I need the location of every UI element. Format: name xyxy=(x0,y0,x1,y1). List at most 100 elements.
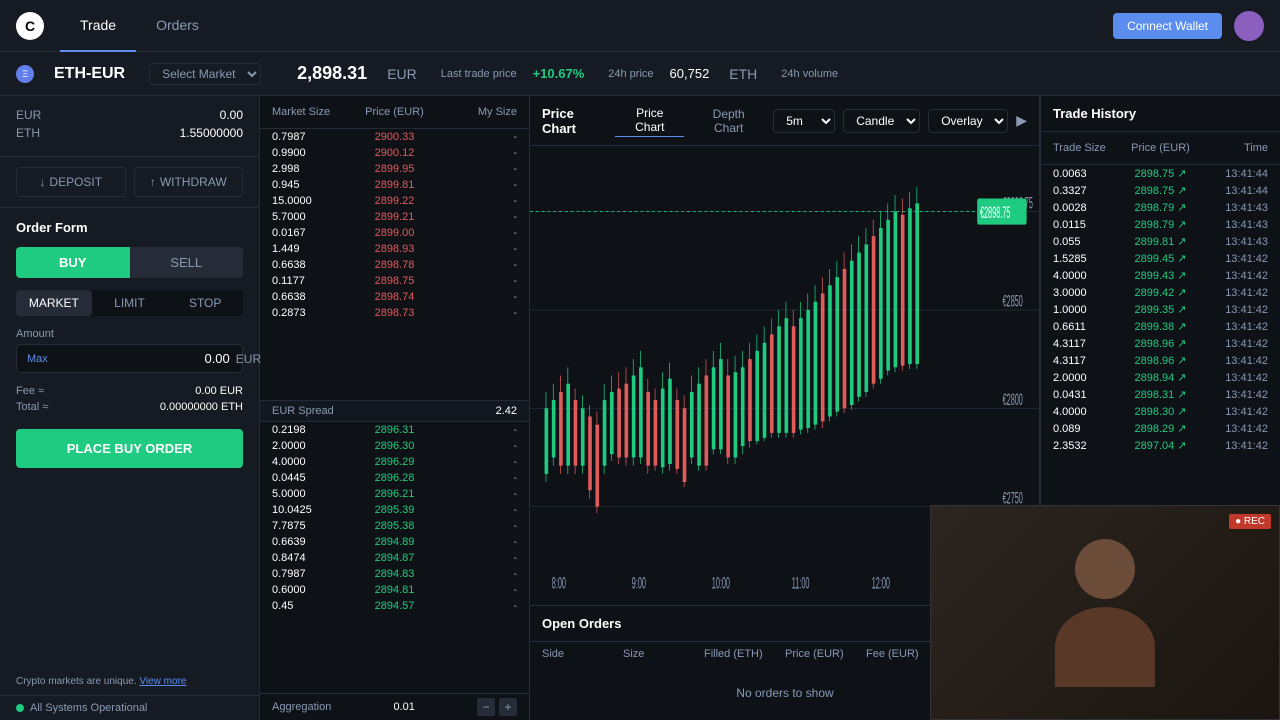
nav-trade[interactable]: Trade xyxy=(60,0,136,52)
ask-mysize: - xyxy=(435,275,517,287)
market-tab[interactable]: MARKET xyxy=(16,290,92,316)
view-more-link[interactable]: View more xyxy=(139,676,186,687)
status-bar: All Systems Operational xyxy=(0,695,259,720)
change-label: 24h price xyxy=(608,68,653,80)
avatar xyxy=(1234,11,1264,41)
order-form-title: Order Form xyxy=(16,220,243,235)
ask-mysize: - xyxy=(435,227,517,239)
th-price: 2899.43 ↗ xyxy=(1125,269,1197,282)
th-price: 2899.35 ↗ xyxy=(1125,303,1197,316)
th-time: 13:41:43 xyxy=(1196,202,1268,214)
th-price: 2898.75 ↗ xyxy=(1125,167,1197,180)
overlay-select[interactable]: Overlay xyxy=(928,109,1008,133)
timeframe-select[interactable]: 5m 1m 15m 1h xyxy=(773,109,835,133)
ob-col-price: Price (EUR) xyxy=(355,106,434,118)
bid-price: 2894.89 xyxy=(354,536,436,548)
deposit-icon: ↓ xyxy=(39,175,45,189)
oo-size-col: Size xyxy=(623,648,704,660)
select-market[interactable]: Select Market xyxy=(149,63,261,85)
stop-tab[interactable]: STOP xyxy=(167,290,243,316)
sell-tab[interactable]: SELL xyxy=(130,247,244,278)
th-time: 13:41:42 xyxy=(1196,338,1268,350)
th-price: 2898.96 ↗ xyxy=(1125,337,1197,350)
eth-label: ETH xyxy=(16,126,40,140)
ob-agg-minus[interactable]: − xyxy=(477,698,495,716)
bid-price: 2896.30 xyxy=(354,440,436,452)
bid-row: 0.45 2894.57 - xyxy=(260,598,529,614)
nav-orders[interactable]: Orders xyxy=(136,0,219,52)
total-label: Total ≈ xyxy=(16,401,48,413)
th-time-col: Time xyxy=(1199,142,1268,154)
eth-icon: Ξ xyxy=(16,65,34,83)
price-chart-tab[interactable]: Price Chart xyxy=(615,104,684,137)
bid-row: 7.7875 2895.38 - xyxy=(260,518,529,534)
ask-size: 0.6638 xyxy=(272,291,354,303)
fee-value: 0.00 EUR xyxy=(195,385,243,397)
ask-price: 2899.00 xyxy=(354,227,436,239)
bid-price: 2896.21 xyxy=(354,488,436,500)
ask-price: 2898.75 xyxy=(354,275,436,287)
depth-chart-tab[interactable]: Depth Chart xyxy=(692,105,765,137)
th-time: 13:41:42 xyxy=(1196,372,1268,384)
fee-row: Fee ≈ 0.00 EUR xyxy=(16,385,243,397)
th-size: 0.3327 xyxy=(1053,185,1125,197)
webcam-overlay: ● REC xyxy=(930,505,1280,720)
buy-tab[interactable]: BUY xyxy=(16,247,130,278)
place-order-button[interactable]: PLACE BUY ORDER xyxy=(16,429,243,468)
last-trade-label: Last trade price xyxy=(441,68,517,80)
chart-controls: 5m 1m 15m 1h Candle Line Overlay xyxy=(773,109,1027,133)
amount-input[interactable] xyxy=(54,351,230,366)
ask-row: 5.7000 2899.21 - xyxy=(260,209,529,225)
limit-tab[interactable]: LIMIT xyxy=(92,290,168,316)
th-size: 3.0000 xyxy=(1053,287,1125,299)
connect-wallet-button[interactable]: Connect Wallet xyxy=(1113,13,1222,39)
bid-mysize: - xyxy=(435,440,517,452)
th-price: 2898.96 ↗ xyxy=(1125,354,1197,367)
th-row: 1.5285 2899.45 ↗ 13:41:42 xyxy=(1041,250,1280,267)
volume-label: 24h volume xyxy=(781,68,838,80)
th-time: 13:41:42 xyxy=(1196,321,1268,333)
th-size: 1.5285 xyxy=(1053,253,1125,265)
ask-size: 0.1177 xyxy=(272,275,354,287)
ask-row: 0.9900 2900.12 - xyxy=(260,145,529,161)
ask-size: 0.6638 xyxy=(272,259,354,271)
chart-nav-button[interactable]: ▶ xyxy=(1016,112,1027,129)
th-row: 0.6611 2899.38 ↗ 13:41:42 xyxy=(1041,318,1280,335)
oo-side-col: Side xyxy=(542,648,623,660)
bid-row: 2.0000 2896.30 - xyxy=(260,438,529,454)
th-size: 4.3117 xyxy=(1053,338,1125,350)
balances: EUR 0.00 ETH 1.55000000 xyxy=(0,96,259,157)
order-book: Market Size Price (EUR) My Size 0.7987 2… xyxy=(260,96,530,720)
ask-mysize: - xyxy=(435,131,517,143)
eur-amount: 0.00 xyxy=(220,108,243,122)
ask-row: 0.0167 2899.00 - xyxy=(260,225,529,241)
bid-row: 0.7987 2894.83 - xyxy=(260,566,529,582)
ob-agg-value: 0.01 xyxy=(393,701,414,713)
bid-mysize: - xyxy=(435,568,517,580)
bid-row: 0.6000 2894.81 - xyxy=(260,582,529,598)
ob-agg-plus[interactable]: + xyxy=(499,698,517,716)
total-row: Total ≈ 0.00000000 ETH xyxy=(16,401,243,413)
th-time: 13:41:42 xyxy=(1196,270,1268,282)
ask-size: 0.2873 xyxy=(272,307,354,319)
ask-size: 0.7987 xyxy=(272,131,354,143)
svg-text:9:00: 9:00 xyxy=(632,574,646,592)
amount-label: Amount xyxy=(16,328,243,340)
bid-size: 10.0425 xyxy=(272,504,354,516)
deposit-button[interactable]: ↓ DEPOSIT xyxy=(16,167,126,197)
th-row: 2.0000 2898.94 ↗ 13:41:42 xyxy=(1041,369,1280,386)
ticker-bar: Ξ ETH-EUR Select Market 2,898.31 EUR Las… xyxy=(0,52,1280,96)
th-size: 0.055 xyxy=(1053,236,1125,248)
max-button[interactable]: Max xyxy=(27,353,48,365)
ask-size: 15.0000 xyxy=(272,195,354,207)
bid-price: 2894.87 xyxy=(354,552,436,564)
status-label: All Systems Operational xyxy=(30,702,147,714)
chart-type-select[interactable]: Candle Line xyxy=(843,109,920,133)
ask-mysize: - xyxy=(435,211,517,223)
bid-row: 0.6639 2894.89 - xyxy=(260,534,529,550)
th-time: 13:41:42 xyxy=(1196,355,1268,367)
svg-text:12:00: 12:00 xyxy=(872,574,890,592)
ask-price: 2898.93 xyxy=(354,243,436,255)
withdraw-button[interactable]: ↑ WITHDRAW xyxy=(134,167,244,197)
bid-mysize: - xyxy=(435,552,517,564)
